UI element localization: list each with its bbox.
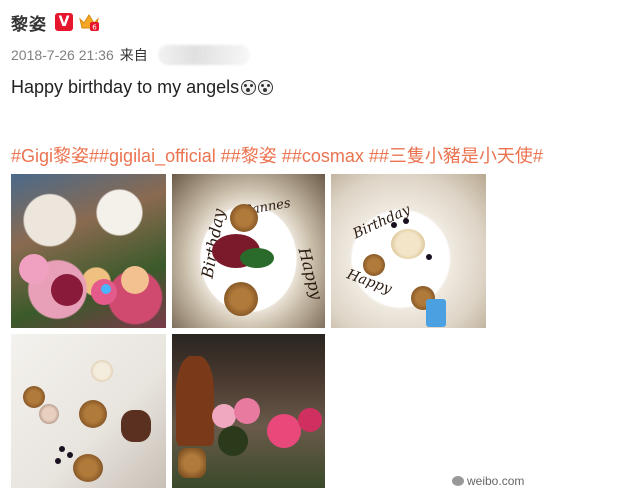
post-text: Happy birthday to my angels: [11, 77, 274, 98]
hashtag-link[interactable]: #Gigi黎姿#: [11, 146, 99, 166]
post-message: Happy birthday to my angels: [11, 77, 240, 97]
hashtag-link[interactable]: #cosmax #: [292, 146, 379, 166]
hashtag-link[interactable]: #gigilai_official #: [99, 146, 231, 166]
weibo-watermark: weibo.com: [452, 474, 524, 488]
post-meta: 2018-7-26 21:36 来自: [11, 45, 250, 65]
surprised-face-icon: [258, 80, 274, 95]
weibo-logo-icon: [452, 476, 464, 486]
post-timestamp[interactable]: 2018-7-26 21:36: [11, 47, 114, 63]
photo-birthday-plate-dessert[interactable]: Birthday Happy: [331, 174, 486, 328]
photo-birthday-plate-cookies[interactable]: Birthday Cannes Happy: [172, 174, 325, 328]
photo-dessert-platter[interactable]: [11, 334, 166, 488]
username[interactable]: 黎姿: [11, 10, 47, 35]
verified-v-icon[interactable]: V: [55, 13, 73, 31]
hashtag-link[interactable]: #黎姿 #: [231, 146, 292, 166]
photo-flowers-table[interactable]: [11, 174, 166, 328]
photo-flower-arrangement-dog[interactable]: [172, 334, 325, 488]
source-label: 来自: [119, 47, 148, 63]
hashtag-list: #Gigi黎姿##gigilai_official ##黎姿 ##cosmax …: [11, 142, 543, 168]
vip-crown-icon[interactable]: 6: [78, 12, 100, 32]
surprised-face-icon: [241, 80, 257, 95]
hashtag-link[interactable]: #三隻小豬是小天使#: [379, 146, 543, 166]
post-header: 黎姿 V 6: [11, 9, 100, 35]
svg-text:6: 6: [92, 24, 97, 32]
blurred-source: [157, 45, 250, 65]
